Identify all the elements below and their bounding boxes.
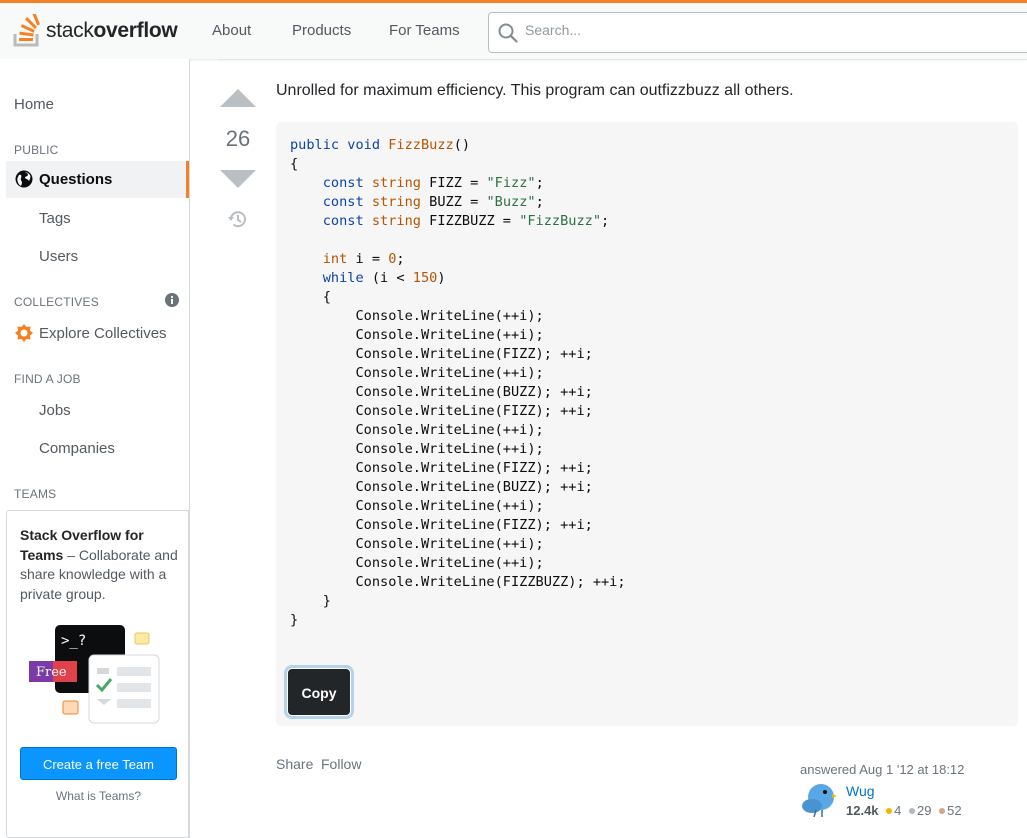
sidebar-item-questions[interactable]: Questions xyxy=(6,161,189,198)
reputation-score: 12.4k xyxy=(846,803,879,818)
top-bar: stackoverflow About Products For Teams xyxy=(0,0,1027,59)
share-link[interactable]: Share xyxy=(276,756,313,772)
vote-down-icon[interactable] xyxy=(220,170,256,188)
copy-code-button[interactable]: Copy xyxy=(287,668,351,716)
illus-free-badge: Free xyxy=(36,665,67,680)
vote-count: 26 xyxy=(225,126,251,151)
answer-intro-text: Unrolled for maximum efficiency. This pr… xyxy=(276,82,794,99)
answered-timestamp[interactable]: answered Aug 1 '12 at 18:12 xyxy=(800,762,964,777)
sidebar-item-questions-label: Questions xyxy=(39,171,113,188)
create-free-team-button[interactable]: Create a free Team xyxy=(20,747,177,780)
illus-prompt-text: >_? xyxy=(61,633,86,649)
stack-overflow-logo-icon xyxy=(13,14,41,47)
history-icon[interactable] xyxy=(227,209,247,229)
sidebar-item-companies[interactable]: Companies xyxy=(39,440,115,457)
search-input[interactable] xyxy=(525,22,925,38)
nav-products[interactable]: Products xyxy=(292,22,351,39)
code-block: public void FizzBuzz() { const string FI… xyxy=(276,122,1018,726)
search-icon xyxy=(498,23,518,43)
left-sidebar: Home PUBLIC Questions Tags Users COLLECT… xyxy=(0,59,190,838)
user-name-link[interactable]: Wug xyxy=(846,783,875,799)
collectives-icon xyxy=(15,324,33,342)
silver-badge-icon xyxy=(909,808,916,815)
nav-for-teams[interactable]: For Teams xyxy=(389,22,460,39)
search-box[interactable] xyxy=(488,12,1027,53)
sidebar-item-explore-collectives[interactable]: Explore Collectives xyxy=(39,325,167,342)
code-content: public void FizzBuzz() { const string FI… xyxy=(290,137,626,628)
gold-badge-icon xyxy=(886,808,893,815)
sidebar-heading-find-a-job: FIND A JOB xyxy=(14,372,81,386)
sidebar-item-jobs[interactable]: Jobs xyxy=(39,402,71,419)
logo-text: stackoverflow xyxy=(46,19,178,42)
teams-illustration: >_? Free xyxy=(29,625,160,724)
vote-up-icon[interactable] xyxy=(220,89,256,107)
silver-badge-count: 29 xyxy=(917,803,932,818)
sidebar-item-tags[interactable]: Tags xyxy=(39,210,71,227)
gold-badge-count: 4 xyxy=(894,803,902,818)
site-logo[interactable]: stackoverflow xyxy=(12,13,178,49)
sidebar-heading-public: PUBLIC xyxy=(14,143,59,157)
what-is-teams-link[interactable]: What is Teams? xyxy=(7,789,190,803)
sidebar-item-home[interactable]: Home xyxy=(14,96,54,113)
sidebar-heading-collectives: COLLECTIVES xyxy=(14,295,99,309)
bronze-badge-icon xyxy=(939,808,946,815)
globe-icon xyxy=(15,170,33,188)
sidebar-item-users[interactable]: Users xyxy=(39,248,78,265)
teams-promo-text: Stack Overflow for Teams – Collaborate a… xyxy=(20,527,178,602)
sidebar-heading-teams: TEAMS xyxy=(14,487,57,501)
info-icon[interactable] xyxy=(165,293,179,307)
teams-promo: Stack Overflow for Teams – Collaborate a… xyxy=(6,510,189,838)
user-avatar[interactable] xyxy=(800,780,838,818)
user-reputation: 12.4k 4 29 52 xyxy=(846,803,962,818)
follow-link[interactable]: Follow xyxy=(321,756,361,772)
answer-divider xyxy=(218,59,1027,60)
bronze-badge-count: 52 xyxy=(947,803,962,818)
nav-about[interactable]: About xyxy=(212,22,251,39)
